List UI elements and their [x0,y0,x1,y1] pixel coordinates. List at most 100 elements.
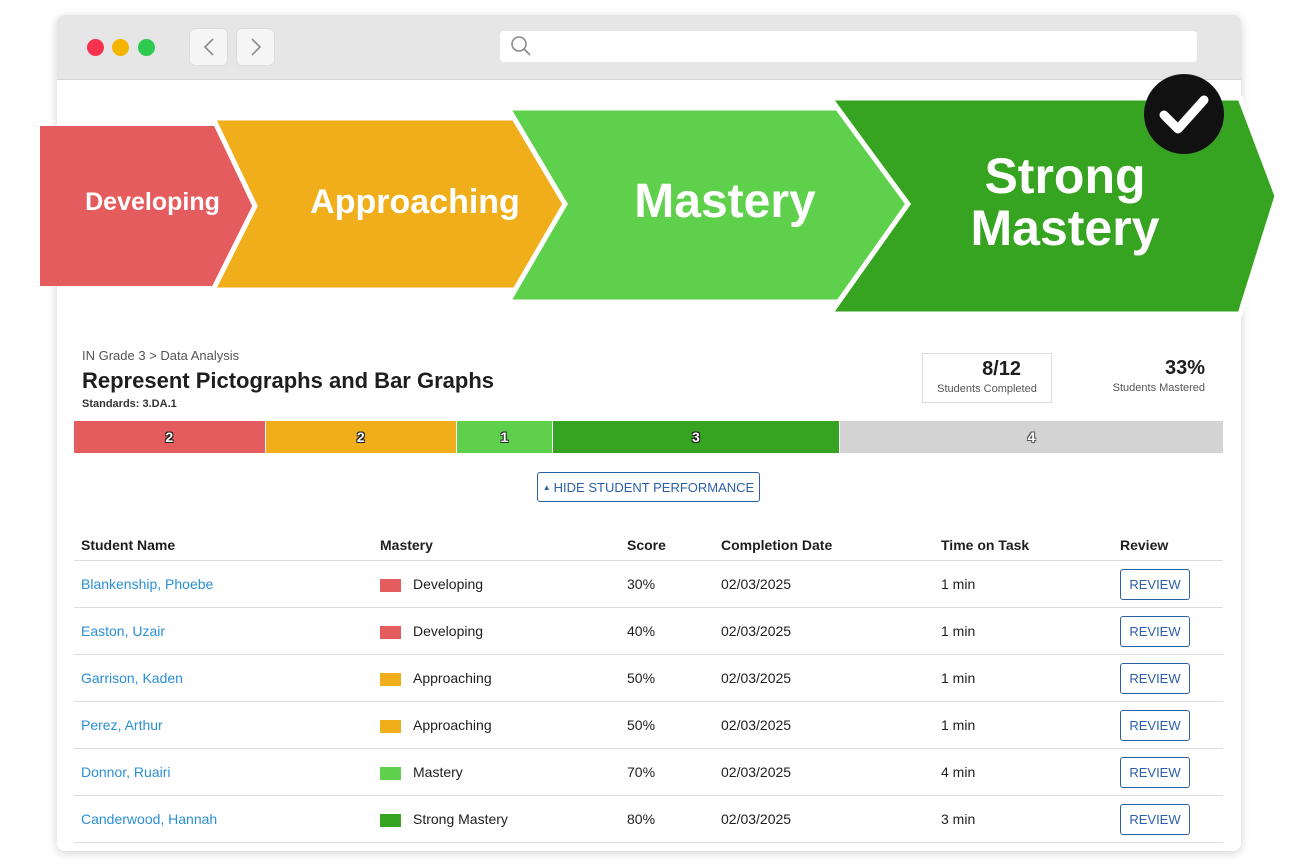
hide-student-performance-button[interactable]: ▲ HIDE STUDENT PERFORMANCE [537,472,760,502]
review-cell: REVIEW [1113,701,1223,749]
column-header-student-name: Student Name [74,530,373,561]
mastery-cell: Strong Mastery [373,795,620,843]
student-name-cell: Canderwood, Hannah [74,795,373,843]
page-title: Represent Pictographs and Bar Graphs [82,368,494,393]
completion-date-cell: 02/03/2025 [714,748,934,796]
review-cell: REVIEW [1113,607,1223,655]
mastery-cell: Approaching [373,701,620,749]
review-cell: REVIEW [1113,795,1223,843]
hide-student-performance-label: HIDE STUDENT PERFORMANCE [553,479,755,495]
student-name-link[interactable]: Donnor, Ruairi [81,764,171,780]
browser-toolbar [57,15,1241,80]
mastery-label: Strong Mastery [413,811,508,827]
mastery-cell: Approaching [373,654,620,702]
chevron-label-developing: Developing [85,188,220,216]
table-row: Canderwood, Hannah Strong Mastery 80% 02/03… [74,795,1223,843]
time-on-task-cell: 1 min [934,560,1113,608]
students-completed-stat: 8/12 Students Completed [922,353,1052,403]
score-cell: 40% [620,607,714,655]
back-button[interactable] [189,28,228,66]
time-on-task-cell: 1 min [934,701,1113,749]
standards-label: Standards: 3.DA.1 [82,398,177,410]
score-cell: 50% [620,654,714,702]
score-cell: 30% [620,560,714,608]
time-on-task-cell: 1 min [934,654,1113,702]
mastery-cell: Developing [373,607,620,655]
completion-date-cell: 02/03/2025 [714,607,934,655]
mastery-cell: Developing [373,560,620,608]
forward-button[interactable] [236,28,275,66]
mastery-cell: Mastery [373,748,620,796]
maximize-window-dot[interactable] [138,39,155,56]
review-button[interactable]: REVIEW [1120,709,1190,741]
student-name-link[interactable]: Perez, Arthur [81,717,163,733]
column-header-review: Review [1113,530,1223,561]
address-bar[interactable] [500,31,1197,62]
student-performance-table: Student Name Mastery Score Completion Date T… [74,530,1223,843]
score-cell: 80% [620,795,714,843]
mastery-swatch [380,578,401,592]
student-name-link[interactable]: Blankenship, Phoebe [81,576,213,592]
mastery-distribution-bar: 22134 [74,421,1223,453]
review-cell: REVIEW [1113,560,1223,608]
students-completed-value: 8/12 [982,358,1021,380]
chevron-right-icon [250,38,261,56]
student-name-link[interactable]: Garrison, Kaden [81,670,183,686]
column-header-completion-date: Completion Date [714,530,934,561]
student-name-cell: Donnor, Ruairi [74,748,373,796]
student-name-link[interactable]: Easton, Uzair [81,623,165,639]
lesson-report-card: IN Grade 3 > Data Analysis Represent Pic… [65,330,1233,851]
mastery-swatch [380,672,401,686]
chevron-label-strong-mastery-line2: Mastery [970,200,1160,256]
chevron-label-mastery: Mastery [634,175,816,228]
completion-date-cell: 02/03/2025 [714,795,934,843]
mastery-label: Developing [413,623,484,639]
review-button[interactable]: REVIEW [1120,803,1190,835]
students-mastered-stat: 33% Students Mastered [1093,353,1205,403]
mastery-swatch [380,766,401,780]
review-button[interactable]: REVIEW [1120,568,1190,600]
caret-up-icon: ▲ [542,482,551,492]
table-row: Donnor, Ruairi Mastery 70% 02/03/2025 4 min R… [74,748,1223,796]
mastery-label: Approaching [413,670,492,686]
distribution-segment-mastery: 1 [457,421,553,453]
distribution-segment-not-completed: 4 [840,421,1223,453]
student-name-link[interactable]: Canderwood, Hannah [81,811,217,827]
mastery-swatch [380,719,401,733]
mastery-label: Approaching [413,717,492,733]
table-header-row: Student Name Mastery Score Completion Date T… [74,530,1223,561]
student-name-cell: Blankenship, Phoebe [74,560,373,608]
mastery-label: Mastery [413,764,463,780]
review-button[interactable]: REVIEW [1120,615,1190,647]
distribution-segment-approaching: 2 [265,421,457,453]
score-cell: 70% [620,748,714,796]
review-button[interactable]: REVIEW [1120,756,1190,788]
column-header-mastery: Mastery [373,530,620,561]
close-window-dot[interactable] [87,39,104,56]
time-on-task-cell: 1 min [934,607,1113,655]
distribution-segment-strong-mastery: 3 [552,421,840,453]
chevron-label-strong: Strong [984,148,1146,204]
review-cell: REVIEW [1113,654,1223,702]
students-completed-label: Students Completed [937,383,1037,395]
chevron-label-strong-mastery: Strong Mastery [930,150,1200,254]
minimize-window-dot[interactable] [112,39,129,56]
completion-date-cell: 02/03/2025 [714,560,934,608]
review-button[interactable]: REVIEW [1120,662,1190,694]
table-row: Garrison, Kaden Approaching 50% 02/03/2025 1… [74,654,1223,702]
mastery-levels-banner: Developing Approaching Mastery Strong Ma… [40,74,1280,320]
distribution-segment-developing: 2 [74,421,266,453]
table-row: Easton, Uzair Developing 40% 02/03/2025 1 mi… [74,607,1223,655]
chevron-left-icon [203,38,214,56]
checkmark-icon [1144,74,1224,154]
completion-date-cell: 02/03/2025 [714,654,934,702]
students-mastered-label: Students Mastered [1112,382,1205,394]
score-cell: 50% [620,701,714,749]
students-mastered-value: 33% [1164,357,1205,379]
chevron-label-approaching: Approaching [310,183,520,221]
breadcrumb: IN Grade 3 > Data Analysis [82,348,240,363]
mastery-swatch [380,625,401,639]
column-header-time-on-task: Time on Task [934,530,1113,561]
time-on-task-cell: 3 min [934,795,1113,843]
student-name-cell: Perez, Arthur [74,701,373,749]
